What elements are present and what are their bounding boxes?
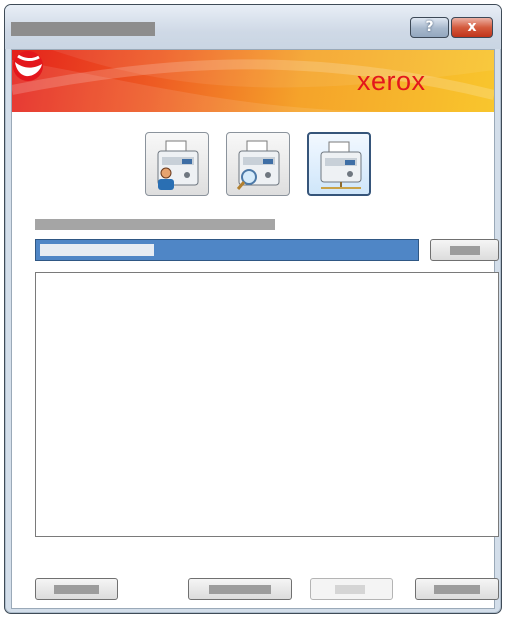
footer-button-3-disabled[interactable]: [310, 578, 393, 600]
combo-action-button[interactable]: [430, 239, 499, 261]
function-button-user[interactable]: [145, 132, 209, 196]
function-button-search[interactable]: [226, 132, 290, 196]
footer-button-4-label: [434, 585, 480, 594]
footer-button-1[interactable]: [35, 578, 118, 600]
window-title: [11, 22, 155, 36]
xerox-sphere-icon: [13, 51, 43, 81]
footer-button-4[interactable]: [415, 578, 499, 600]
function-button-network[interactable]: [307, 132, 371, 196]
client-area: xerox: [11, 49, 499, 609]
footer-button-2[interactable]: [188, 578, 292, 600]
footer-button-3-label: [335, 585, 365, 594]
printer-select-combo[interactable]: [35, 239, 419, 261]
printer-search-icon: [236, 140, 280, 190]
help-button[interactable]: ?: [410, 17, 449, 38]
combo-action-button-label: [450, 246, 480, 255]
footer-button-1-label: [54, 585, 99, 594]
brand-banner: xerox: [12, 50, 494, 112]
printer-network-icon: [320, 141, 362, 189]
section-label: [35, 219, 275, 230]
footer-button-2-label: [209, 585, 271, 594]
close-button[interactable]: x: [451, 17, 493, 38]
title-bar[interactable]: ? x: [5, 5, 501, 49]
combo-selected-value: [40, 244, 154, 256]
brand-wordmark: xerox: [357, 66, 426, 96]
dialog-window: ? x xerox: [4, 4, 502, 614]
printer-user-icon: [157, 140, 199, 190]
printer-list[interactable]: [35, 272, 499, 537]
